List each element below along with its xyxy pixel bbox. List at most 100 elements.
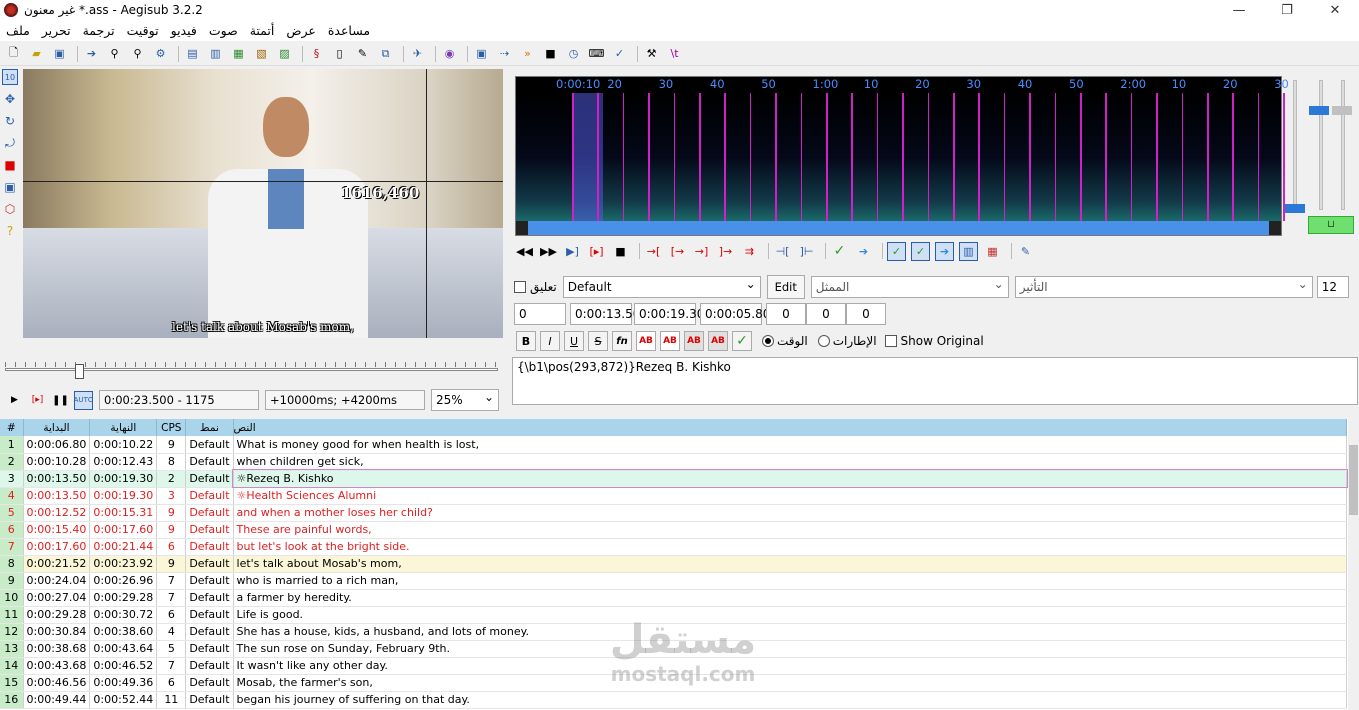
table-row[interactable]: 2 0:00:10.28 0:00:12.43 8 Default when childr… [0,453,1348,471]
table-row[interactable]: 8 0:00:21.52 0:00:23.92 9 Default let's talk … [0,555,1348,573]
table-row[interactable]: 5 0:00:12.52 0:00:15.31 9 Default and when a … [0,504,1348,522]
audio-scrollbar[interactable] [516,221,1281,235]
style-dropdown[interactable]: Default [562,274,761,298]
close-button[interactable]: ✕ [1311,0,1359,20]
autoscroll-icon[interactable]: AUTO [74,390,93,410]
next-line-icon[interactable]: ▶▶ [539,242,558,261]
zoom-dropdown[interactable]: 25% [431,387,499,411]
lead-in-icon[interactable]: ⊣[ [773,242,792,261]
menu-file[interactable]: ملف [0,20,36,41]
table-row[interactable]: 6 0:00:15.40 0:00:17.60 9 Default These are p… [0,521,1348,539]
play-icon[interactable]: ▶ [5,391,24,410]
video-seek-slider[interactable] [5,362,498,380]
audio-vertical-zoom-thumb[interactable] [1332,106,1352,115]
col-cps[interactable]: CPS [156,419,187,436]
secondary-color-button[interactable]: AB [660,331,680,351]
subtitle-text-editor[interactable]: {\b1\pos(293,872)}Rezeq B. Kishko [512,357,1358,405]
audio-zoom-thumb[interactable] [1285,204,1305,213]
effect-field[interactable]: التأثير [1014,274,1313,298]
check-icon[interactable]: ✓ [610,44,629,63]
commit-check-icon[interactable]: ✓ [732,331,752,351]
menu-timing[interactable]: توقيت [121,20,165,41]
go-to-icon[interactable]: ➔ [854,242,873,261]
layer-spin[interactable]: 0 [514,303,566,325]
menu-audio[interactable]: صوت [203,20,244,41]
table-row[interactable]: 7 0:00:17.60 0:00:21.44 6 Default but let's l… [0,538,1348,556]
rotate-xy-icon[interactable]: ⤾ [2,135,18,151]
play-to-end-icon[interactable]: ⇉ [740,242,759,261]
hammer-icon[interactable]: ⚒ [642,44,661,63]
properties-icon[interactable]: ⚙ [151,44,170,63]
auto-commit-icon[interactable]: ✓ [887,241,906,261]
clip-rect-icon[interactable]: ■ [2,157,18,173]
menu-edit[interactable]: تحرير [36,20,77,41]
end-time-field[interactable]: 0:00:19.30 [634,303,704,325]
col-style[interactable]: نمط [185,419,234,436]
table-row[interactable]: 3 0:00:13.50 0:00:19.30 2 Default ☼Rezeq B. K… [0,469,1348,488]
start-time-field[interactable]: 0:00:13.50 [570,303,640,325]
video-time-field[interactable]: 0:00:23.500 - 1175 [99,390,259,410]
karaoke-split-icon[interactable]: ✎ [1016,242,1035,261]
drag-tool-icon[interactable]: ✥ [2,91,18,107]
menu-subtitle[interactable]: ترجمة [77,20,121,41]
zoom-in-icon[interactable]: ⚲ [105,44,124,63]
audio-zoom-slider[interactable] [1293,80,1297,210]
stop-icon[interactable]: ■ [541,44,560,63]
clock-icon[interactable]: ◷ [564,44,583,63]
link-volume-toggle[interactable]: ⊔ [1308,216,1354,234]
video-display[interactable]: 1616,460 let's talk about Mosab's mom, [23,69,503,338]
col-start[interactable]: البداية [23,419,91,436]
col-number[interactable]: # [0,419,24,436]
minimize-button[interactable]: — [1215,0,1263,20]
shadow-color-button[interactable]: AB [708,331,728,351]
commit-icon[interactable]: ✓ [830,242,849,261]
margin-left-field[interactable]: 0 [766,303,806,325]
help-icon[interactable]: ? [2,223,18,239]
seek-thumb[interactable] [75,364,84,379]
italic-button[interactable]: I [540,331,560,351]
shift-times-icon[interactable]: ⇢ [495,44,514,63]
vector-clip-icon[interactable]: ⬡ [2,201,18,217]
play-line-icon[interactable]: [▸] [28,391,47,410]
timing-post-processor-icon[interactable]: ✈ [408,44,427,63]
play-begin-icon[interactable]: [→ [668,242,687,261]
standard-tool-icon[interactable]: 10 [2,69,18,85]
stop-audio-icon[interactable]: ■ [611,242,630,261]
frames-radio[interactable] [817,335,830,347]
audio-spectrum[interactable] [516,93,1281,221]
override-tags-icon[interactable]: \t [665,44,684,63]
margin-right-field[interactable]: 0 [806,303,846,325]
table-row[interactable]: 4 0:00:13.50 0:00:19.30 3 Default ☼Health Sci… [0,487,1348,505]
show-original-checkbox[interactable] [884,335,897,347]
styles-manager-icon[interactable]: ▤ [183,44,202,63]
font-button[interactable]: fn [612,331,632,351]
new-file-icon[interactable]: 🗋 [4,44,23,63]
time-radio[interactable] [762,335,774,347]
duration-field[interactable]: 0:00:05.80 [700,303,770,325]
resample-icon[interactable]: ▨ [275,44,294,63]
automation-icon[interactable]: ◉ [440,44,459,63]
layer-right-field[interactable]: 12 [1316,276,1349,298]
play-current-line-icon[interactable]: [▸] [587,242,606,261]
next-line-on-commit-icon[interactable]: ✓ [911,241,930,261]
actor-dropdown[interactable]: الممثل [810,274,1009,298]
strikeout-button[interactable]: S [588,331,608,351]
restore-button[interactable]: ❐ [1263,0,1311,20]
audio-vertical-zoom-slider[interactable] [1341,80,1345,210]
menu-view[interactable]: عرض [280,20,321,41]
notes-icon[interactable]: ▯ [330,44,349,63]
attachments-icon[interactable]: ▦ [229,44,248,63]
prev-line-icon[interactable]: ◀◀ [515,242,534,261]
table-row[interactable]: 1 0:00:06.80 0:00:10.22 9 Default What is mon… [0,436,1348,454]
fonts-collector-icon[interactable]: ▧ [252,44,271,63]
audio-waveform[interactable]: 0:00:10 20 30 40 50 1:00 10 20 30 40 50 2:00 10 20 30 [515,76,1289,236]
auto-scroll-audio-icon[interactable]: ➔ [935,241,954,261]
margin-vertical-field[interactable]: 0 [846,303,886,325]
audio-volume-slider[interactable] [1319,80,1323,210]
menu-video[interactable]: فيديو [165,20,203,41]
table-row[interactable]: 9 0:00:24.04 0:00:26.96 7 Default who is marr… [0,572,1348,590]
play-end-icon[interactable]: →] [692,242,711,261]
comment-checkbox[interactable] [514,281,526,293]
jump-to-icon[interactable]: ➔ [82,44,101,63]
pencil-icon[interactable]: ✎ [353,44,372,63]
